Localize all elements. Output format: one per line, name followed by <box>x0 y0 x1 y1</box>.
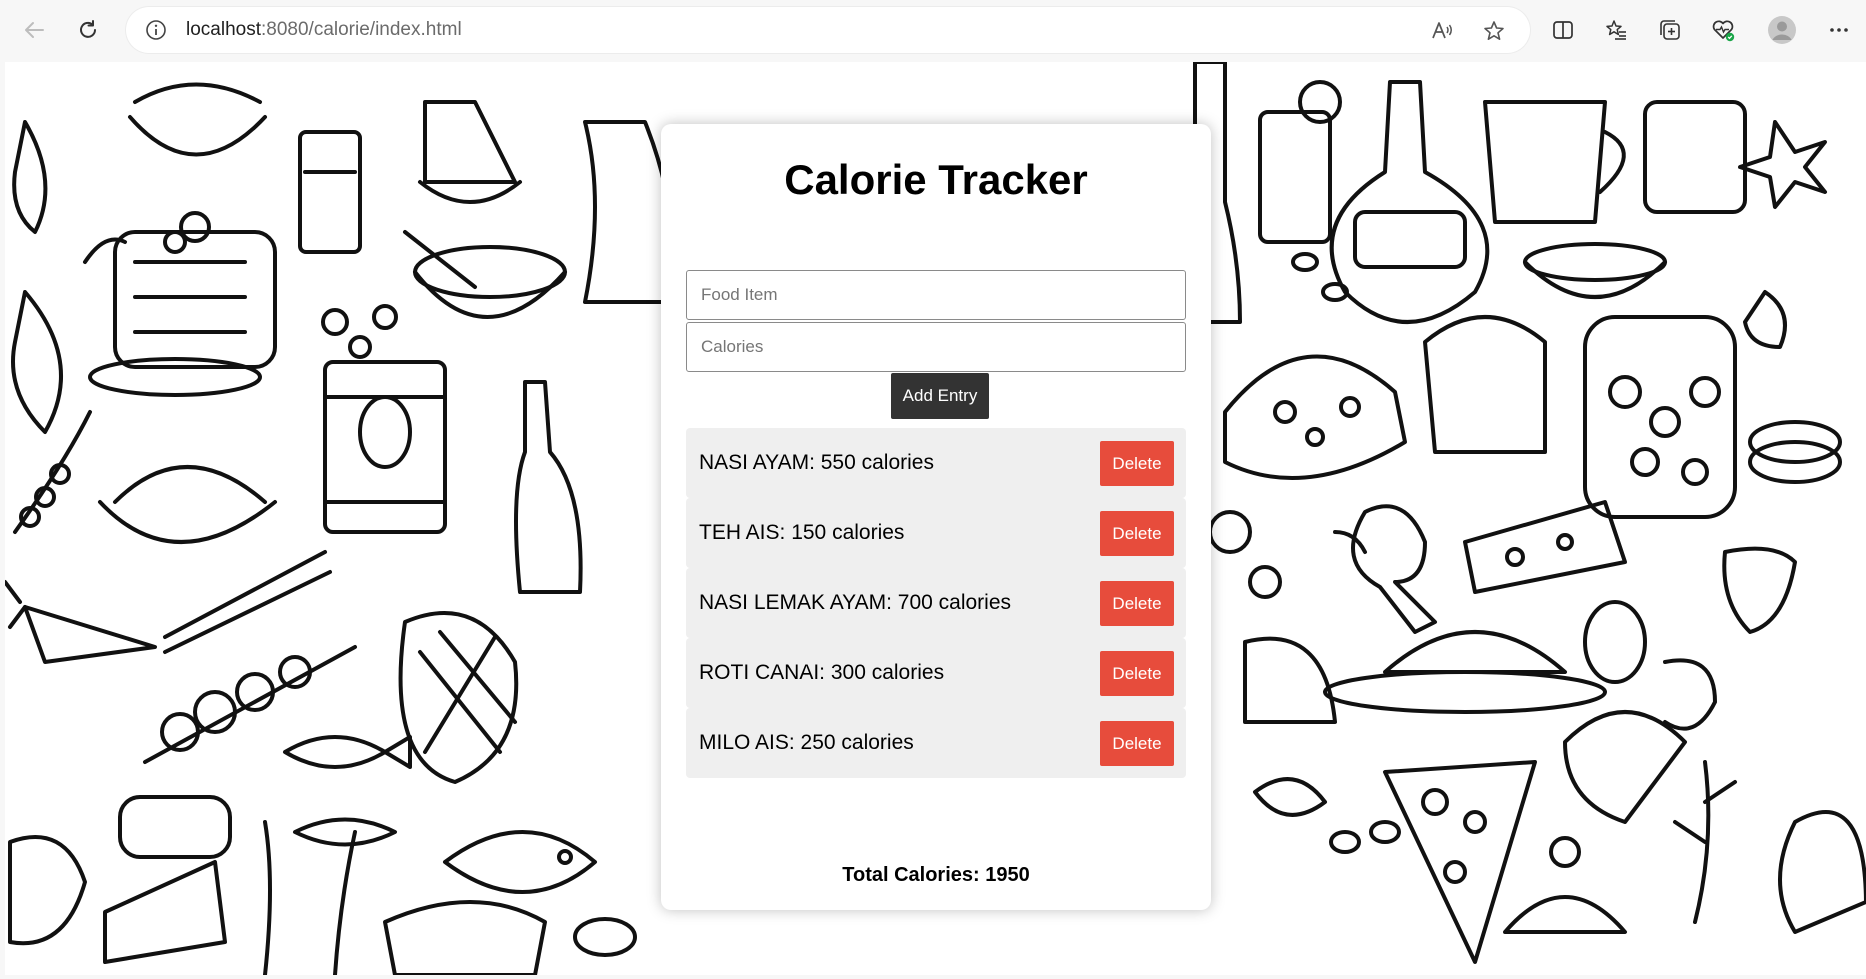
delete-button[interactable]: Delete <box>1100 581 1174 626</box>
page-title: Calorie Tracker <box>784 156 1088 203</box>
delete-button[interactable]: Delete <box>1100 441 1174 486</box>
delete-button[interactable]: Delete <box>1100 651 1174 696</box>
address-bar[interactable]: localhost:8080/calorie/index.html <box>126 7 1530 53</box>
url-text[interactable]: localhost:8080/calorie/index.html <box>186 19 462 41</box>
entry-text: ROTI CANAI: 300 calories <box>699 661 945 684</box>
entry-item: MILO AIS: 250 calories Delete <box>686 708 1186 778</box>
url-path: :8080/calorie/index.html <box>261 19 462 40</box>
browser-essentials-icon[interactable] <box>1705 12 1741 48</box>
entry-item: NASI LEMAK AYAM: 700 calories Delete <box>686 568 1186 638</box>
info-icon[interactable] <box>144 18 168 42</box>
add-entry-button[interactable]: Add Entry <box>891 373 989 419</box>
refresh-icon[interactable] <box>70 12 106 48</box>
favorites-list-icon[interactable] <box>1598 12 1634 48</box>
url-host: localhost <box>186 19 261 40</box>
food-item-input[interactable] <box>686 270 1186 320</box>
browser-toolbar: localhost:8080/calorie/index.html <box>0 0 1866 62</box>
read-aloud-icon[interactable] <box>1428 17 1456 45</box>
calories-input[interactable] <box>686 322 1186 372</box>
entry-text: MILO AIS: 250 calories <box>699 731 914 754</box>
total-calories: Total Calories: 1950 <box>842 864 1030 886</box>
delete-button[interactable]: Delete <box>1100 721 1174 766</box>
calorie-tracker-card: Calorie Tracker Add Entry NASI AYAM: 550… <box>661 124 1211 910</box>
entry-item: TEH AIS: 150 calories Delete <box>686 498 1186 568</box>
star-icon[interactable] <box>1480 17 1508 45</box>
entry-item: NASI AYAM: 550 calories Delete <box>686 428 1186 498</box>
split-screen-icon[interactable] <box>1545 12 1581 48</box>
entry-text: NASI LEMAK AYAM: 700 calories <box>699 591 1012 614</box>
page-viewport: Calorie Tracker Add Entry NASI AYAM: 550… <box>5 62 1866 975</box>
delete-button[interactable]: Delete <box>1100 511 1174 556</box>
collections-icon[interactable] <box>1652 12 1688 48</box>
entry-item: ROTI CANAI: 300 calories Delete <box>686 638 1186 708</box>
entry-text: NASI AYAM: 550 calories <box>699 451 934 474</box>
more-options-icon[interactable] <box>1821 12 1857 48</box>
back-arrow-icon[interactable] <box>16 12 52 48</box>
profile-avatar-icon[interactable] <box>1764 12 1800 48</box>
entry-text: TEH AIS: 150 calories <box>699 521 905 544</box>
